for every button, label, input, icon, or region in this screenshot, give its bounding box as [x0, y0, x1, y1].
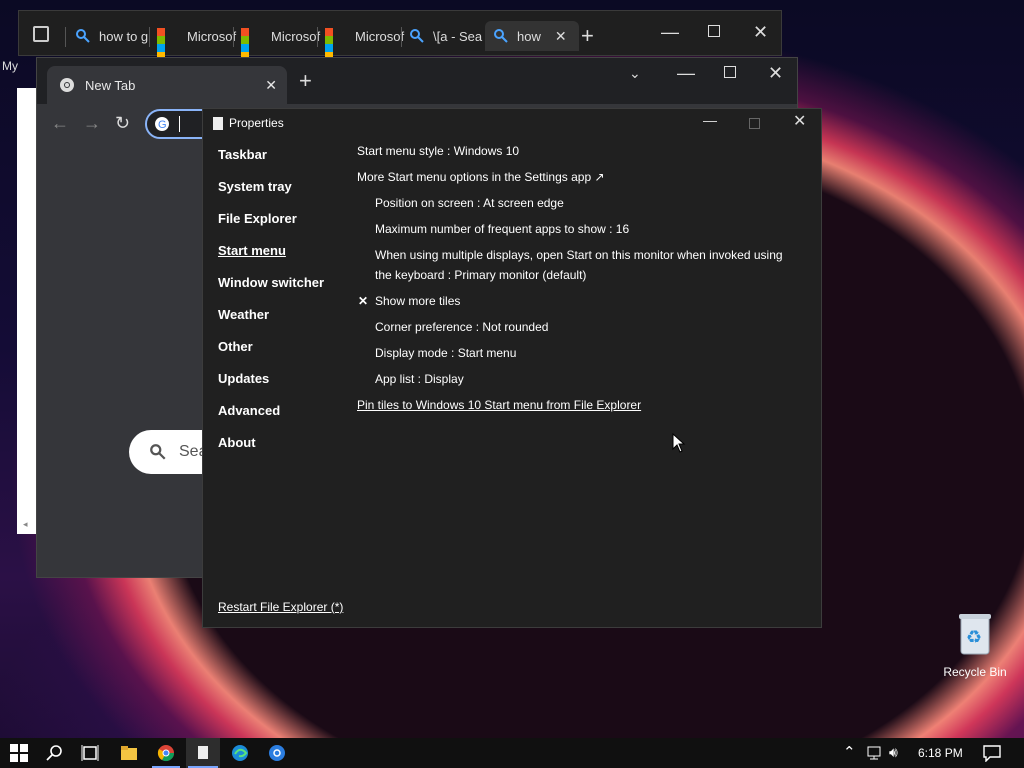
new-tab-icon[interactable]: + — [299, 70, 312, 92]
option-multi-display-line1[interactable]: When using multiple displays, open Start… — [375, 248, 783, 262]
file-explorer-icon[interactable] — [120, 744, 138, 762]
recycle-bin-icon: ♻ — [959, 614, 991, 655]
dialog-title: Properties — [213, 116, 284, 130]
maximize-icon[interactable] — [708, 25, 720, 37]
new-tab-icon[interactable]: + — [581, 25, 594, 47]
nav-file-explorer[interactable]: File Explorer — [218, 211, 297, 226]
checkmark-icon[interactable]: ✕ — [358, 294, 368, 308]
volume-icon[interactable]: 🔊︎ — [889, 744, 898, 761]
nav-taskbar[interactable]: Taskbar — [218, 147, 267, 162]
maximize-icon — [749, 118, 760, 129]
nav-about[interactable]: About — [218, 435, 256, 450]
svg-text:♻: ♻ — [966, 627, 982, 648]
chrome-titlebar[interactable]: New Tab ✕ + ⌄ — ✕ — [37, 58, 797, 104]
minimize-icon[interactable]: — — [661, 23, 679, 41]
network-icon[interactable] — [866, 744, 884, 762]
option-max-frequent-apps[interactable]: Maximum number of frequent apps to show … — [375, 222, 629, 236]
nav-system-tray[interactable]: System tray — [218, 179, 292, 194]
microsoft-logo-icon — [157, 28, 173, 60]
search-icon — [150, 444, 166, 460]
close-icon[interactable]: ✕ — [793, 114, 806, 130]
clock-time[interactable]: 6:18 PM — [918, 746, 963, 760]
option-corner-preference[interactable]: Corner preference : Not rounded — [375, 320, 548, 334]
close-icon[interactable]: ✕ — [753, 23, 768, 41]
minimize-icon[interactable]: — — [703, 113, 717, 127]
windows-start-icon[interactable] — [10, 744, 28, 762]
nav-start-menu[interactable]: Start menu — [218, 243, 286, 258]
back-tab-5[interactable]: \[a - Sea — [409, 25, 482, 47]
nav-updates[interactable]: Updates — [218, 371, 269, 386]
search-icon — [410, 29, 424, 43]
back-browser-window[interactable]: how to g Microsof Microsof Microsof \[a … — [18, 10, 782, 60]
properties-dialog[interactable]: Properties — ✕ Taskbar System tray File … — [202, 108, 822, 628]
forward-arrow-icon[interactable]: → — [83, 114, 101, 132]
option-multi-display-line2[interactable]: the keyboard : Primary monitor (default) — [375, 268, 586, 282]
properties-app-icon — [198, 746, 208, 759]
search-icon — [76, 29, 90, 43]
recycle-bin-label: Recycle Bin — [943, 665, 1007, 679]
nav-weather[interactable]: Weather — [218, 307, 269, 322]
notifications-icon[interactable] — [983, 744, 1001, 762]
show-hidden-icons-chevron[interactable]: ⌃ — [843, 743, 856, 761]
text-cursor — [179, 116, 180, 132]
option-more-settings-link[interactable]: More Start menu options in the Settings … — [357, 170, 605, 184]
minimize-icon[interactable]: — — [677, 64, 695, 82]
tab-search-chevron-icon[interactable]: ⌄ — [629, 66, 641, 80]
back-tab-6-active[interactable]: how ✕ — [485, 21, 579, 51]
properties-taskbar-button[interactable] — [186, 738, 220, 768]
back-tab-2[interactable]: Microsof — [157, 25, 236, 60]
option-start-menu-style[interactable]: Start menu style : Windows 10 — [357, 144, 519, 158]
app-icon[interactable] — [268, 744, 286, 762]
chrome-icon[interactable] — [157, 744, 175, 762]
microsoft-logo-icon — [241, 28, 257, 60]
nav-other[interactable]: Other — [218, 339, 253, 354]
task-view-icon[interactable] — [81, 744, 99, 762]
desktop-partial-label: My — [2, 59, 18, 73]
google-icon: G — [155, 117, 169, 131]
scroll-left-icon[interactable]: ◂ — [23, 519, 28, 530]
option-position-on-screen[interactable]: Position on screen : At screen edge — [375, 196, 564, 210]
search-icon — [494, 29, 508, 43]
close-tab-icon[interactable]: ✕ — [555, 28, 567, 45]
search-icon[interactable] — [46, 744, 64, 762]
pin-tiles-link[interactable]: Pin tiles to Windows 10 Start menu from … — [357, 398, 641, 412]
svg-text:G: G — [158, 119, 167, 131]
close-icon[interactable]: ✕ — [768, 64, 783, 82]
option-app-list[interactable]: App list : Display — [375, 372, 464, 386]
maximize-icon[interactable] — [724, 66, 736, 78]
back-tab-1[interactable]: how to g — [75, 25, 148, 47]
nav-advanced[interactable]: Advanced — [218, 403, 280, 418]
microsoft-logo-icon — [325, 28, 341, 60]
back-tab-3[interactable]: Microsof — [241, 25, 320, 60]
nav-window-switcher[interactable]: Window switcher — [218, 275, 324, 290]
mouse-cursor-icon — [672, 433, 686, 453]
reload-icon[interactable]: ↻ — [115, 114, 130, 132]
taskbar: ⌃ 🔊︎ 6:18 PM — [0, 738, 1024, 768]
chrome-icon — [60, 78, 74, 92]
restart-explorer-link[interactable]: Restart File Explorer (*) — [218, 600, 343, 614]
tab-new-tab[interactable]: New Tab ✕ — [47, 66, 287, 104]
app-icon — [213, 116, 223, 130]
option-display-mode[interactable]: Display mode : Start menu — [375, 346, 516, 360]
edge-icon[interactable] — [231, 744, 249, 762]
close-tab-icon[interactable]: ✕ — [265, 77, 277, 94]
tab-title: New Tab — [85, 77, 136, 93]
tab-overview-icon[interactable] — [33, 26, 49, 42]
back-tab-4[interactable]: Microsof — [325, 25, 404, 60]
recycle-bin[interactable]: ♻ Recycle Bin — [940, 612, 1010, 679]
option-show-more-tiles[interactable]: Show more tiles — [375, 294, 460, 308]
back-arrow-icon[interactable]: ← — [51, 114, 69, 132]
